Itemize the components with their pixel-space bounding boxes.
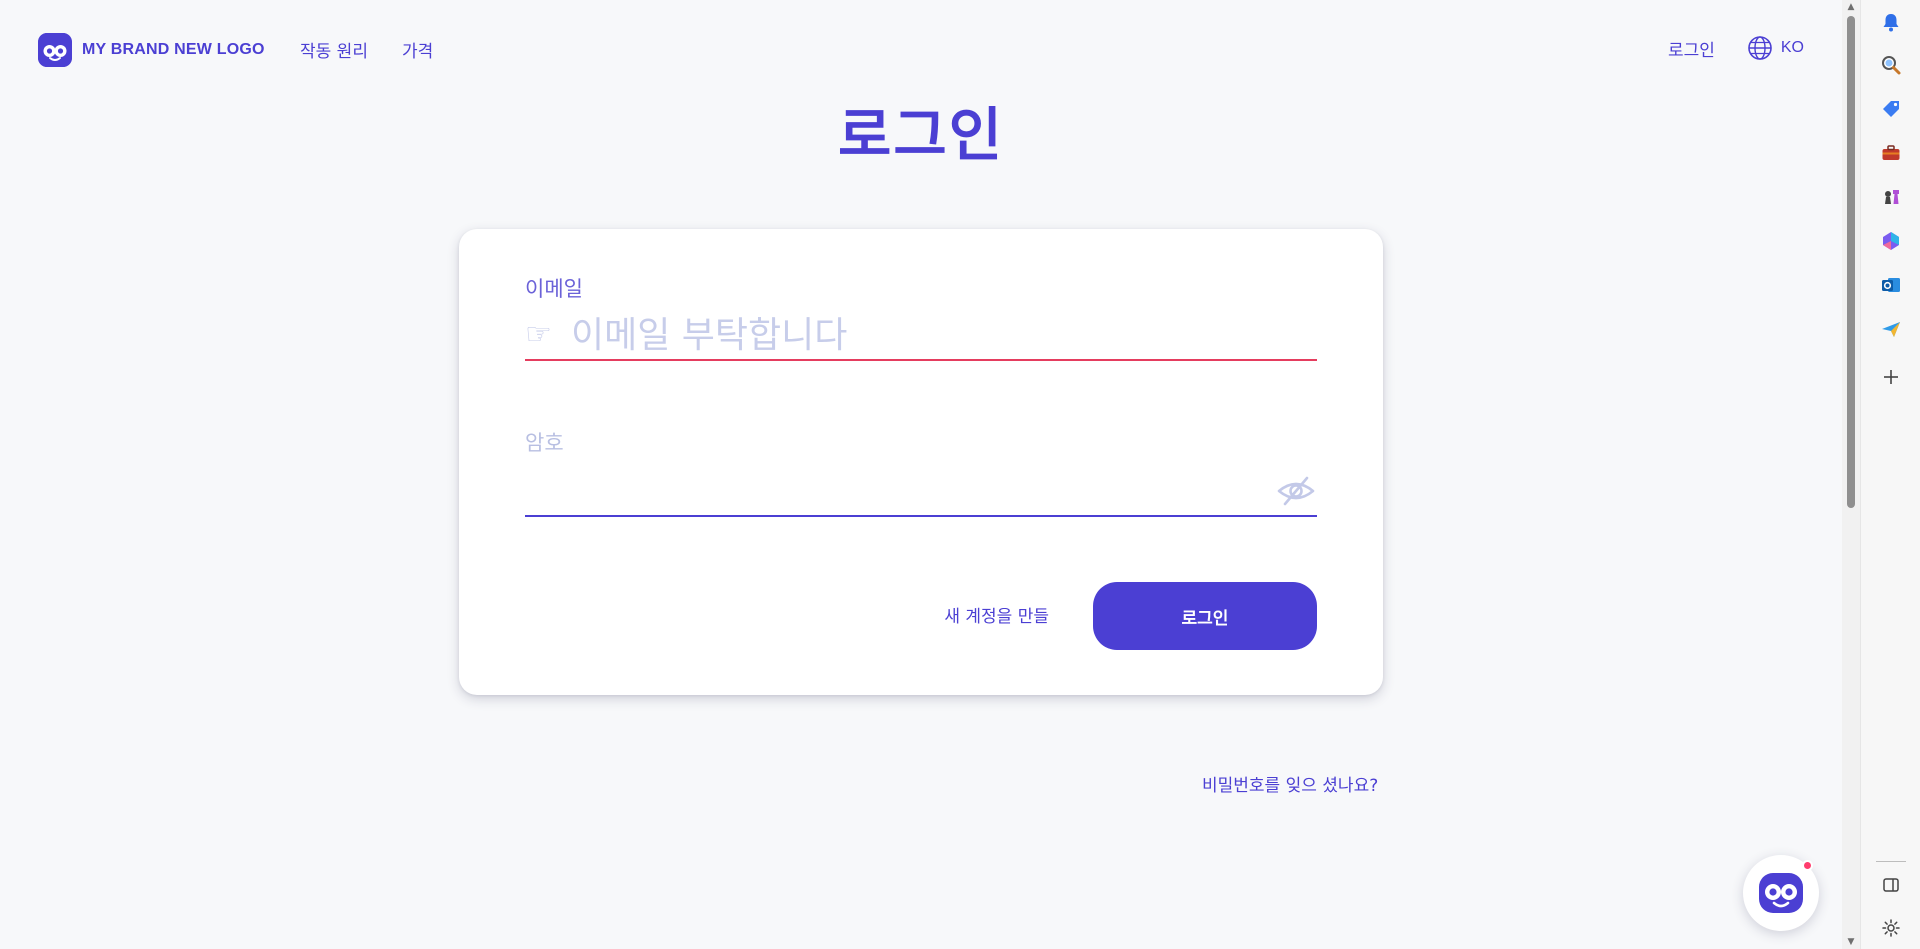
notification-dot bbox=[1802, 860, 1813, 871]
password-input-row bbox=[525, 467, 1317, 517]
tag-icon[interactable] bbox=[1879, 97, 1903, 121]
language-selector[interactable]: KO bbox=[1747, 35, 1804, 61]
login-card: 이메일 ☞ 암호 새 계정을 만들 로그인 bbox=[459, 229, 1383, 695]
main-nav: 작동 원리 가격 bbox=[300, 37, 433, 62]
scroll-up-arrow-icon[interactable]: ▲ bbox=[1846, 2, 1856, 12]
plus-icon[interactable] bbox=[1879, 365, 1903, 389]
email-input[interactable] bbox=[571, 312, 1317, 358]
password-field-group: 암호 bbox=[525, 427, 1317, 547]
side-panel-divider bbox=[1876, 861, 1906, 862]
sidebar-toggle-icon[interactable] bbox=[1879, 873, 1903, 897]
brand-name: MY BRAND NEW LOGO bbox=[82, 41, 265, 58]
paper-plane-icon[interactable] bbox=[1879, 317, 1903, 341]
forgot-password-link[interactable]: 비밀번호를 잊으 셨나요? bbox=[1202, 771, 1378, 796]
bell-icon[interactable] bbox=[1879, 10, 1903, 34]
page: MY BRAND NEW LOGO 작동 원리 가격 로그인 KO 로그인 이메… bbox=[0, 0, 1842, 949]
outlook-icon[interactable] bbox=[1879, 273, 1903, 297]
pointing-hand-icon: ☞ bbox=[525, 317, 552, 352]
browser-side-panel bbox=[1860, 0, 1920, 949]
eye-off-icon[interactable] bbox=[1275, 474, 1317, 508]
scroll-thumb[interactable] bbox=[1847, 16, 1855, 508]
mascot-logo-icon bbox=[38, 33, 72, 67]
login-submit-button[interactable]: 로그인 bbox=[1093, 582, 1317, 650]
nav-pricing[interactable]: 가격 bbox=[402, 37, 433, 62]
header-login-link[interactable]: 로그인 bbox=[1668, 36, 1715, 61]
email-field-group: 이메일 ☞ bbox=[525, 273, 1317, 393]
search-icon[interactable] bbox=[1879, 53, 1903, 77]
page-title: 로그인 bbox=[837, 101, 1005, 169]
mascot-chat-icon bbox=[1759, 873, 1803, 913]
language-code: KO bbox=[1780, 39, 1804, 56]
briefcase-icon[interactable] bbox=[1879, 141, 1903, 165]
site-header: MY BRAND NEW LOGO 작동 원리 가격 로그인 KO bbox=[0, 0, 1842, 98]
brand-home-link[interactable]: MY BRAND NEW LOGO bbox=[38, 33, 265, 67]
password-label: 암호 bbox=[525, 431, 564, 455]
header-actions: 로그인 KO bbox=[1668, 35, 1804, 61]
password-input[interactable] bbox=[525, 468, 1275, 514]
page-scrollbar[interactable]: ▲ ▼ bbox=[1842, 0, 1860, 949]
email-input-row: ☞ bbox=[525, 311, 1317, 361]
settings-icon[interactable] bbox=[1879, 916, 1903, 940]
copilot-icon[interactable] bbox=[1879, 229, 1903, 253]
scroll-down-arrow-icon[interactable]: ▼ bbox=[1846, 937, 1856, 947]
nav-how-it-works[interactable]: 작동 원리 bbox=[300, 37, 368, 62]
create-account-link[interactable]: 새 계정을 만들 bbox=[944, 602, 1049, 627]
form-actions: 새 계정을 만들 로그인 bbox=[525, 582, 1317, 650]
chess-icon[interactable] bbox=[1879, 185, 1903, 209]
globe-icon bbox=[1747, 35, 1773, 61]
email-label: 이메일 bbox=[525, 277, 583, 301]
chat-widget-button[interactable] bbox=[1743, 855, 1819, 931]
